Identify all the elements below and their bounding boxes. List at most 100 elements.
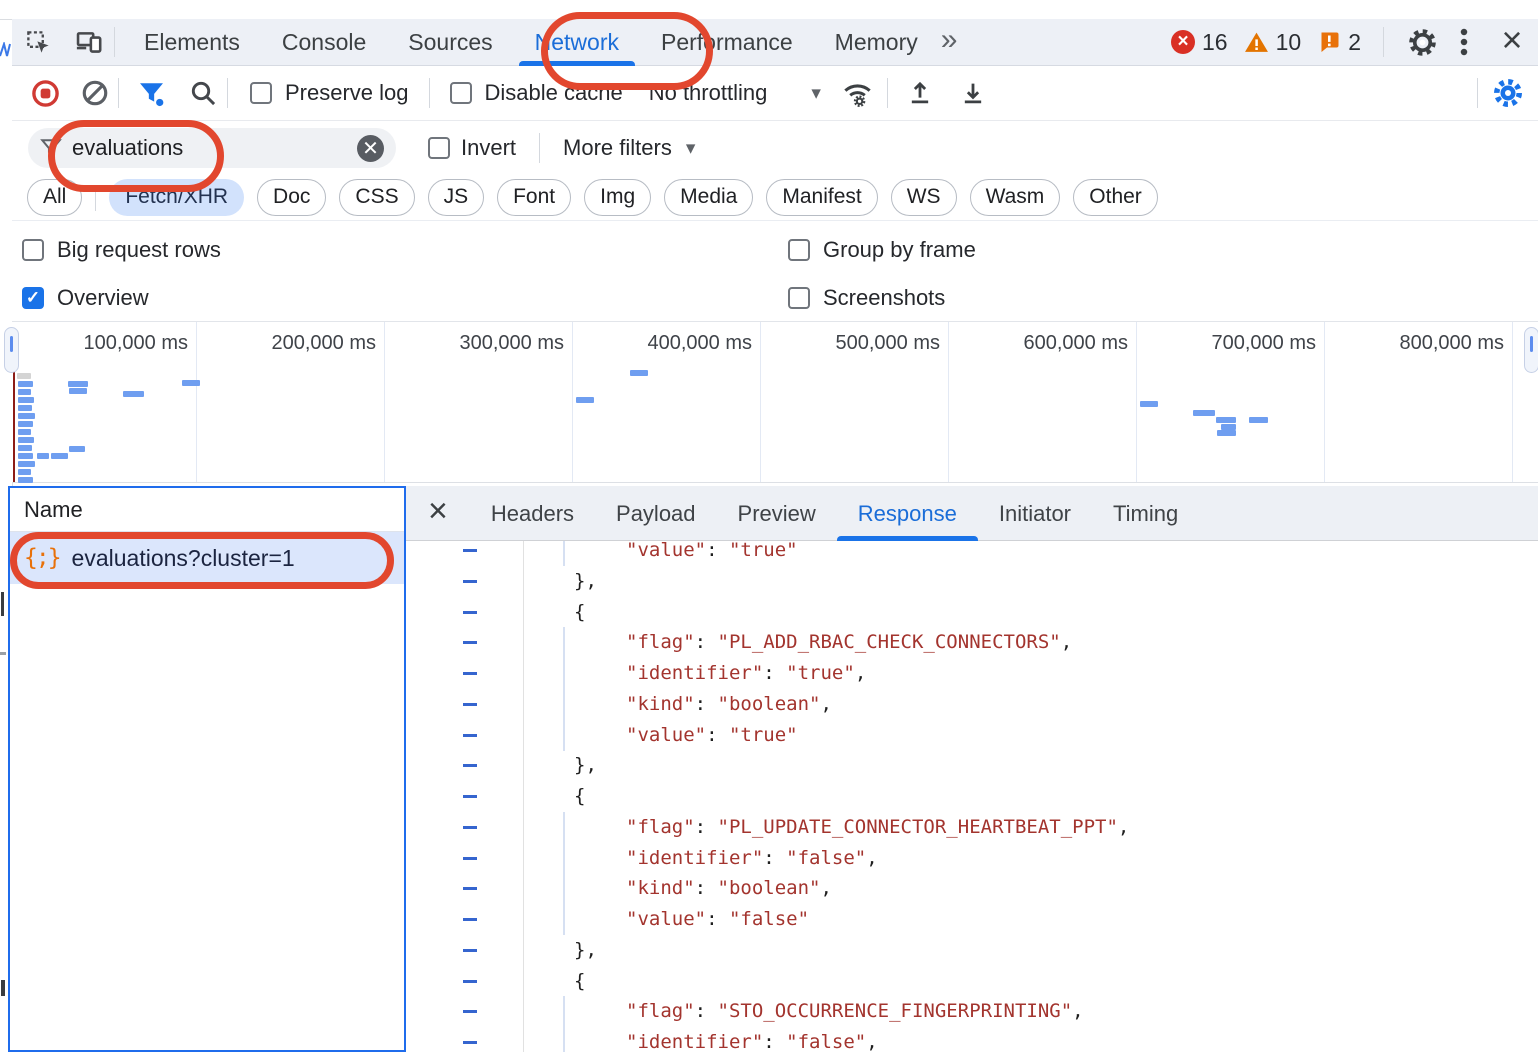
tab-elements[interactable]: Elements bbox=[142, 19, 242, 66]
preserve-log-checkbox[interactable] bbox=[250, 82, 272, 104]
error-icon: × bbox=[1171, 30, 1195, 54]
detail-tab-timing[interactable]: Timing bbox=[1113, 486, 1178, 541]
line-text: "flag": "PL_ADD_RBAC_CHECK_CONNECTORS", bbox=[626, 627, 1072, 658]
disable-cache-toggle[interactable]: Disable cache bbox=[450, 80, 623, 106]
search-button[interactable] bbox=[179, 79, 227, 107]
preserve-log-label: Preserve log bbox=[285, 80, 409, 106]
chip-fetch-xhr[interactable]: Fetch/XHR bbox=[109, 179, 244, 216]
detail-tab-preview[interactable]: Preview bbox=[738, 486, 816, 541]
timeline-request-bar bbox=[18, 461, 35, 467]
issues-badge[interactable]: 2 bbox=[1317, 29, 1361, 56]
screenshots-checkbox[interactable] bbox=[788, 287, 810, 309]
overview-right-grip[interactable] bbox=[1524, 327, 1538, 373]
console-error-badge[interactable]: × 16 bbox=[1171, 29, 1228, 56]
chip-font[interactable]: Font bbox=[497, 179, 571, 216]
menu-kebab-button[interactable] bbox=[1442, 27, 1486, 57]
invert-checkbox[interactable] bbox=[428, 137, 450, 159]
network-overview-timeline[interactable]: 100,000 ms200,000 ms300,000 ms400,000 ms… bbox=[12, 322, 1538, 483]
tab-performance[interactable]: Performance bbox=[659, 19, 795, 66]
line-gutter-dash bbox=[463, 549, 477, 552]
tab-memory[interactable]: Memory bbox=[833, 19, 920, 66]
overview-left-grip[interactable] bbox=[4, 327, 19, 373]
response-line: "kind": "boolean", bbox=[406, 873, 1538, 904]
tab-network[interactable]: Network bbox=[533, 19, 621, 66]
network-settings-gear-button[interactable] bbox=[1478, 78, 1538, 108]
device-toolbar-button[interactable] bbox=[64, 28, 114, 56]
chip-js[interactable]: JS bbox=[428, 179, 485, 216]
more-filters-dropdown[interactable]: More filters ▾ bbox=[563, 135, 695, 161]
line-text: { bbox=[574, 781, 585, 812]
request-row[interactable]: {;} evaluations?cluster=1 bbox=[10, 532, 404, 584]
group-by-frame-toggle[interactable]: Group by frame bbox=[788, 237, 976, 263]
timeline-request-bar bbox=[1140, 401, 1158, 407]
timeline-request-bar bbox=[18, 421, 33, 427]
timeline-tick-label: 500,000 ms bbox=[780, 332, 940, 355]
close-devtools-button[interactable]: × bbox=[1486, 19, 1538, 66]
timeline-tick-label: 400,000 ms bbox=[592, 332, 752, 355]
clear-filter-button[interactable]: ✕ bbox=[357, 135, 384, 162]
detail-tab-strip: × Headers Payload Preview Response Initiator… bbox=[406, 486, 1538, 541]
chip-img[interactable]: Img bbox=[584, 179, 651, 216]
record-network-log-button[interactable] bbox=[18, 79, 72, 108]
chip-ws[interactable]: WS bbox=[891, 179, 957, 216]
screenshots-label: Screenshots bbox=[823, 285, 945, 311]
line-text: "value": "true" bbox=[626, 720, 798, 751]
grip-dash bbox=[10, 336, 13, 352]
detail-tab-initiator[interactable]: Initiator bbox=[999, 486, 1071, 541]
settings-gear-button[interactable] bbox=[1402, 28, 1442, 57]
timeline-request-bar bbox=[68, 381, 88, 387]
response-body-viewer[interactable]: "value": "true"},{"flag": "PL_ADD_RBAC_C… bbox=[406, 541, 1538, 1052]
preserve-log-toggle[interactable]: Preserve log bbox=[250, 80, 409, 106]
detail-tab-headers[interactable]: Headers bbox=[491, 486, 574, 541]
chip-other[interactable]: Other bbox=[1073, 179, 1158, 216]
invert-toggle[interactable]: Invert bbox=[428, 135, 516, 161]
line-text: "kind": "boolean", bbox=[626, 689, 832, 720]
timeline-request-bar bbox=[1249, 417, 1268, 423]
throttling-select[interactable]: No throttling ▾ bbox=[649, 80, 821, 106]
chip-doc[interactable]: Doc bbox=[257, 179, 326, 216]
indent-guide bbox=[563, 627, 565, 658]
overview-checkbox[interactable]: ✓ bbox=[22, 287, 44, 309]
chip-manifest[interactable]: Manifest bbox=[766, 179, 877, 216]
caret-down-icon: ▾ bbox=[686, 137, 696, 160]
indent-guide bbox=[563, 812, 565, 843]
chip-wasm[interactable]: Wasm bbox=[970, 179, 1061, 216]
big-request-rows-toggle[interactable]: Big request rows bbox=[22, 237, 221, 263]
tab-sources[interactable]: Sources bbox=[406, 19, 494, 66]
divider bbox=[1383, 27, 1384, 57]
timeline-request-bar bbox=[18, 469, 31, 475]
group-by-frame-checkbox[interactable] bbox=[788, 239, 810, 261]
line-text: "identifier": "false", bbox=[626, 843, 878, 874]
chip-all[interactable]: All bbox=[27, 179, 82, 216]
issues-icon bbox=[1317, 30, 1341, 54]
timeline-request-bar bbox=[37, 453, 49, 459]
network-conditions-button[interactable] bbox=[829, 78, 887, 109]
overview-toggle[interactable]: ✓ Overview bbox=[22, 285, 149, 311]
line-gutter-dash bbox=[463, 826, 477, 829]
timeline-tick-label: 600,000 ms bbox=[968, 332, 1128, 355]
chip-css[interactable]: CSS bbox=[339, 179, 414, 216]
chip-media[interactable]: Media bbox=[664, 179, 753, 216]
line-text: "flag": "PL_UPDATE_CONNECTOR_HEARTBEAT_P… bbox=[626, 812, 1129, 843]
big-request-rows-checkbox[interactable] bbox=[22, 239, 44, 261]
export-har-button[interactable] bbox=[948, 79, 998, 107]
disable-cache-checkbox[interactable] bbox=[450, 82, 472, 104]
filter-toggle-button[interactable] bbox=[123, 79, 179, 108]
close-detail-button[interactable]: × bbox=[428, 494, 448, 528]
more-tabs-button[interactable]: » bbox=[941, 23, 958, 57]
console-warning-badge[interactable]: 10 bbox=[1244, 29, 1302, 56]
screenshots-toggle[interactable]: Screenshots bbox=[788, 285, 945, 311]
name-column-header[interactable]: Name bbox=[10, 488, 404, 532]
detail-tab-payload[interactable]: Payload bbox=[616, 486, 696, 541]
tab-console[interactable]: Console bbox=[280, 19, 368, 66]
timeline-tick-label: 700,000 ms bbox=[1156, 332, 1316, 355]
main-tab-strip: Elements Console Sources Network Performance… bbox=[123, 19, 939, 66]
import-har-button[interactable] bbox=[892, 79, 948, 107]
clear-network-log-button[interactable] bbox=[72, 79, 118, 107]
inspect-element-button[interactable] bbox=[12, 29, 64, 56]
filter-input[interactable]: evaluations ✕ bbox=[28, 128, 396, 168]
detail-tab-response[interactable]: Response bbox=[858, 486, 957, 541]
line-gutter-dash bbox=[463, 1010, 477, 1013]
timeline-request-bar bbox=[18, 445, 32, 451]
filter-value: evaluations bbox=[72, 135, 357, 161]
